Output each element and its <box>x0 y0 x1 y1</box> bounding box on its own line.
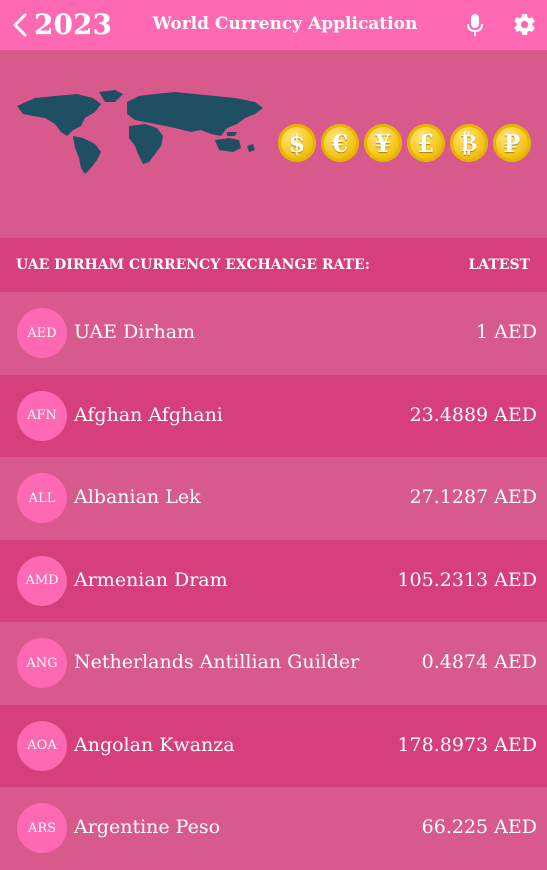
currency-row[interactable]: AED UAE Dirham 1 AED <box>0 292 547 375</box>
currency-value: 105.2313 AED <box>397 568 537 591</box>
pound-coin-icon: £ <box>407 124 445 162</box>
currency-value: 178.8973 AED <box>397 733 537 756</box>
back-chevron-icon[interactable] <box>10 9 30 41</box>
app-title: World Currency Application <box>152 14 418 34</box>
world-map-icon <box>17 90 263 174</box>
currency-name: UAE Dirham <box>74 321 196 343</box>
currency-name: Afghan Afghani <box>74 403 223 426</box>
currency-row[interactable]: AFN Afghan Afghani 23.4889 AED <box>0 374 547 457</box>
currency-code-badge: AFN <box>17 390 67 441</box>
currency-code-badge: ALL <box>17 473 67 523</box>
gear-icon[interactable] <box>512 12 537 37</box>
ruble-coin-icon: ₽ <box>493 124 531 162</box>
currency-code-badge: ARS <box>17 803 67 853</box>
currency-row[interactable]: ANG Netherlands Antillian Guilder 0.4874… <box>0 622 547 705</box>
currency-name: Angolan Kwanza <box>74 733 235 756</box>
top-bar: 2023 World Currency Application <box>0 0 547 50</box>
currency-name: Albanian Lek <box>74 486 201 508</box>
microphone-icon[interactable] <box>464 13 486 37</box>
rate-header: UAE DIRHAM CURRENCY EXCHANGE RATE: LATES… <box>0 238 547 292</box>
currency-name: Netherlands Antillian Guilder <box>74 651 360 673</box>
yen-coin-icon: ¥ <box>364 124 402 162</box>
currency-code-badge: AED <box>17 308 67 358</box>
banner: $ € ¥ £ ₿ ₽ <box>0 50 547 238</box>
currency-value: 1 AED <box>476 321 537 343</box>
currency-code-badge: ANG <box>17 638 67 688</box>
currency-list: AED UAE Dirham 1 AED AFN Afghan Afghani … <box>0 292 547 870</box>
rate-header-label: UAE DIRHAM CURRENCY EXCHANGE RATE: <box>16 257 370 273</box>
currency-name: Armenian Dram <box>74 568 228 591</box>
dollar-coin-icon: $ <box>278 124 316 162</box>
currency-row[interactable]: ALL Albanian Lek 27.1287 AED <box>0 457 547 540</box>
currency-row[interactable]: AMD Armenian Dram 105.2313 AED <box>0 539 547 622</box>
currency-row[interactable]: ARS Argentine Peso 66.225 AED <box>0 787 547 870</box>
bitcoin-coin-icon: ₿ <box>450 124 488 162</box>
currency-code-badge: AOA <box>17 720 67 771</box>
year-label: 2023 <box>34 8 112 41</box>
currency-value: 23.4889 AED <box>409 403 537 426</box>
latest-label[interactable]: LATEST <box>468 257 530 273</box>
euro-coin-icon: € <box>321 124 359 162</box>
currency-code-badge: AMD <box>17 555 67 606</box>
currency-value: 66.225 AED <box>421 816 537 838</box>
currency-row[interactable]: AOA Angolan Kwanza 178.8973 AED <box>0 704 547 787</box>
currency-value: 0.4874 AED <box>421 651 537 673</box>
currency-name: Argentine Peso <box>74 816 221 838</box>
currency-value: 27.1287 AED <box>409 486 537 508</box>
